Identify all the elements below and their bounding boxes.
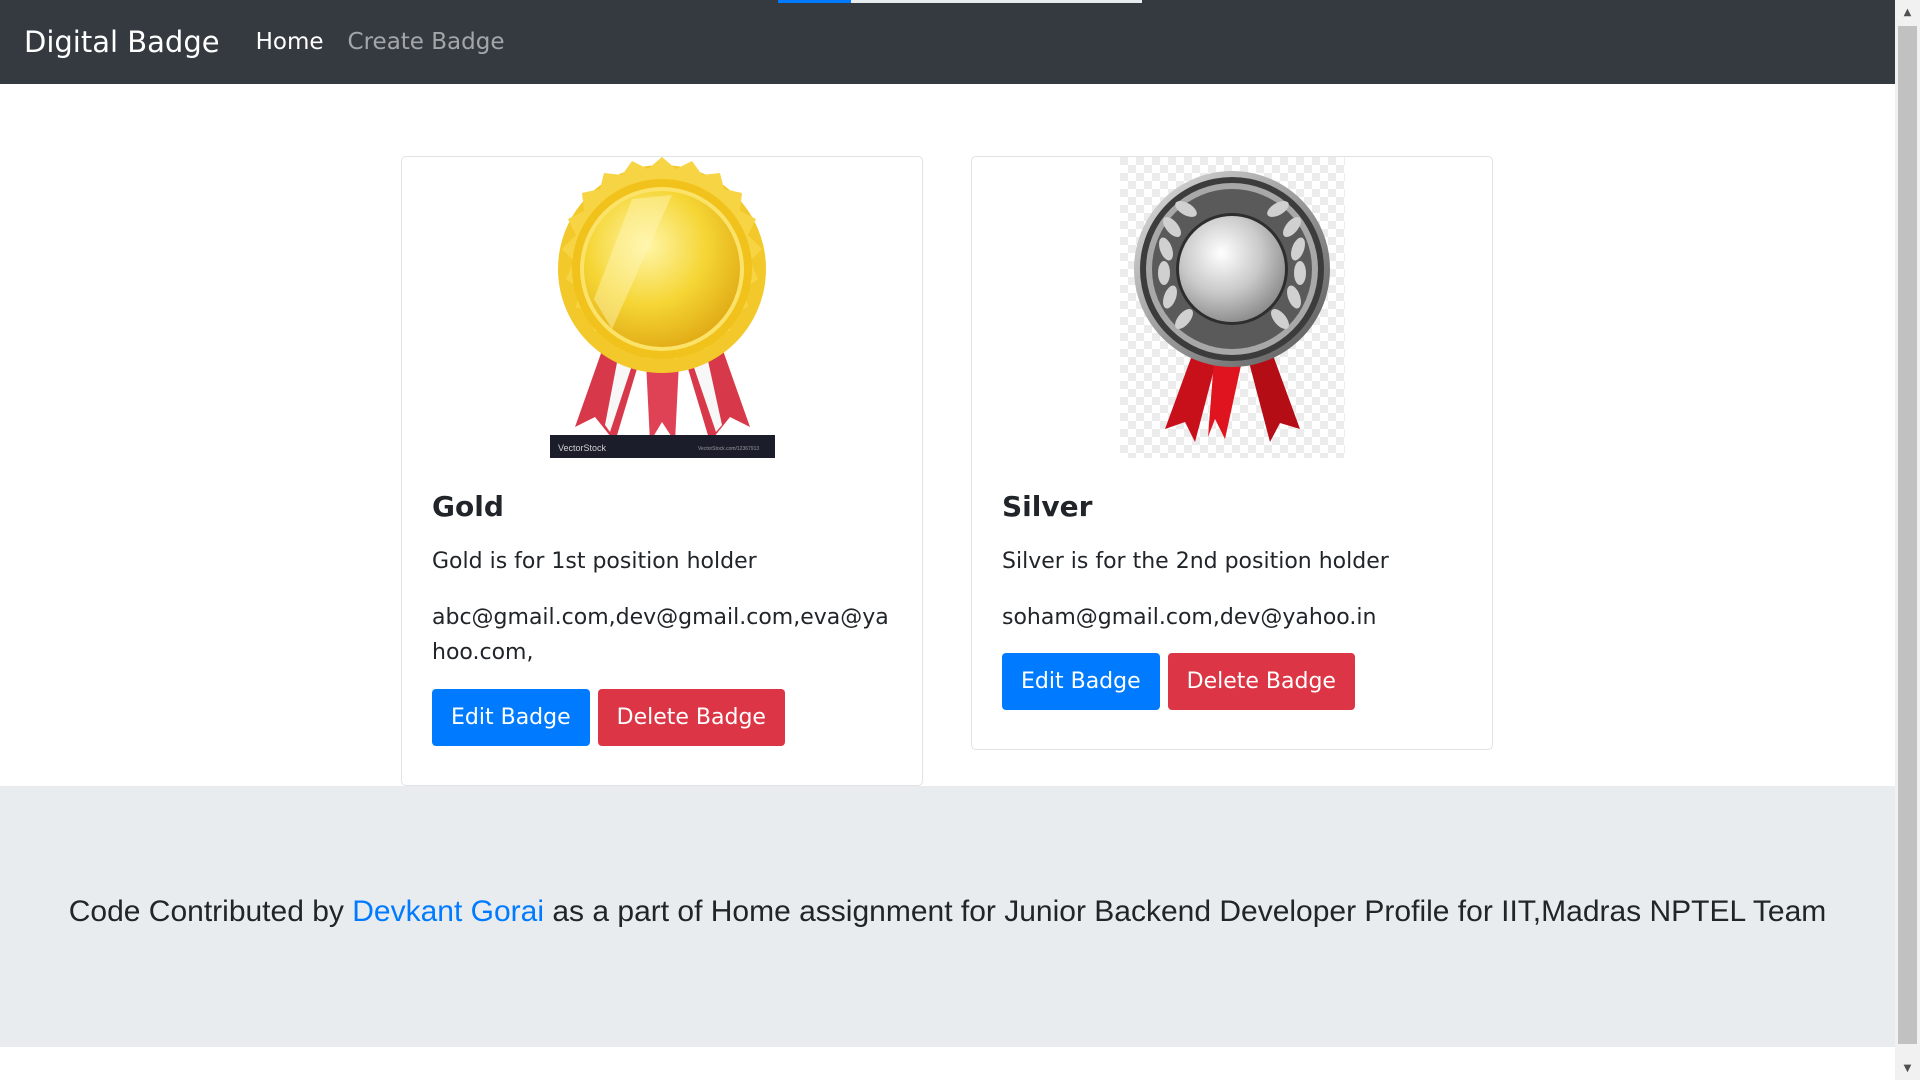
badge-description: Gold is for 1st position holder — [432, 548, 757, 574]
badge-emails: abc@gmail.com,dev@gmail.com,eva@yahoo.co… — [432, 605, 889, 666]
badge-title: Silver — [1002, 490, 1093, 523]
scrollbar-thumb[interactable] — [1898, 26, 1917, 1044]
silver-medal-image — [1119, 157, 1345, 458]
nav-link-home[interactable]: Home — [256, 29, 324, 55]
badge-card-gold: VectorStock VectorStock.com/12367913 Gol… — [401, 156, 923, 786]
scroll-down-arrow-icon[interactable]: ▼ — [1895, 1058, 1920, 1078]
footer-suffix: as a part of Home assignment for Junior … — [552, 894, 1827, 928]
edit-badge-button[interactable]: Edit Badge — [432, 688, 590, 746]
footer: Code Contributed by Devkant Gorai as a p… — [0, 786, 1895, 1047]
badge-card-silver: Silver Silver is for the 2nd position ho… — [971, 156, 1493, 750]
edit-badge-button[interactable]: Edit Badge — [1002, 653, 1160, 711]
footer-prefix: Code Contributed by — [68, 894, 344, 928]
footer-author-link[interactable]: Devkant Gorai — [352, 895, 544, 928]
gold-medal-image: VectorStock VectorStock.com/12367913 — [549, 157, 775, 458]
image-credit-left: VectorStock — [558, 443, 607, 453]
scroll-up-arrow-icon[interactable]: ▲ — [1895, 2, 1920, 22]
navbar-brand[interactable]: Digital Badge — [24, 25, 220, 59]
image-credit-right: VectorStock.com/12367913 — [698, 446, 759, 452]
badge-emails: soham@gmail.com,dev@yahoo.in — [1002, 605, 1377, 631]
page-loading-bar — [778, 0, 1142, 3]
footer-text: Code Contributed by Devkant Gorai as a p… — [69, 895, 1827, 929]
navbar: Digital Badge Home Create Badge — [0, 0, 1895, 84]
badge-title: Gold — [432, 490, 504, 523]
page-scrollbar[interactable]: ▲ ▼ — [1895, 0, 1920, 1080]
delete-badge-button[interactable]: Delete Badge — [597, 688, 785, 746]
delete-badge-button[interactable]: Delete Badge — [1167, 653, 1355, 711]
badge-description: Silver is for the 2nd position holder — [1002, 548, 1389, 574]
nav-link-create-badge[interactable]: Create Badge — [348, 29, 505, 55]
